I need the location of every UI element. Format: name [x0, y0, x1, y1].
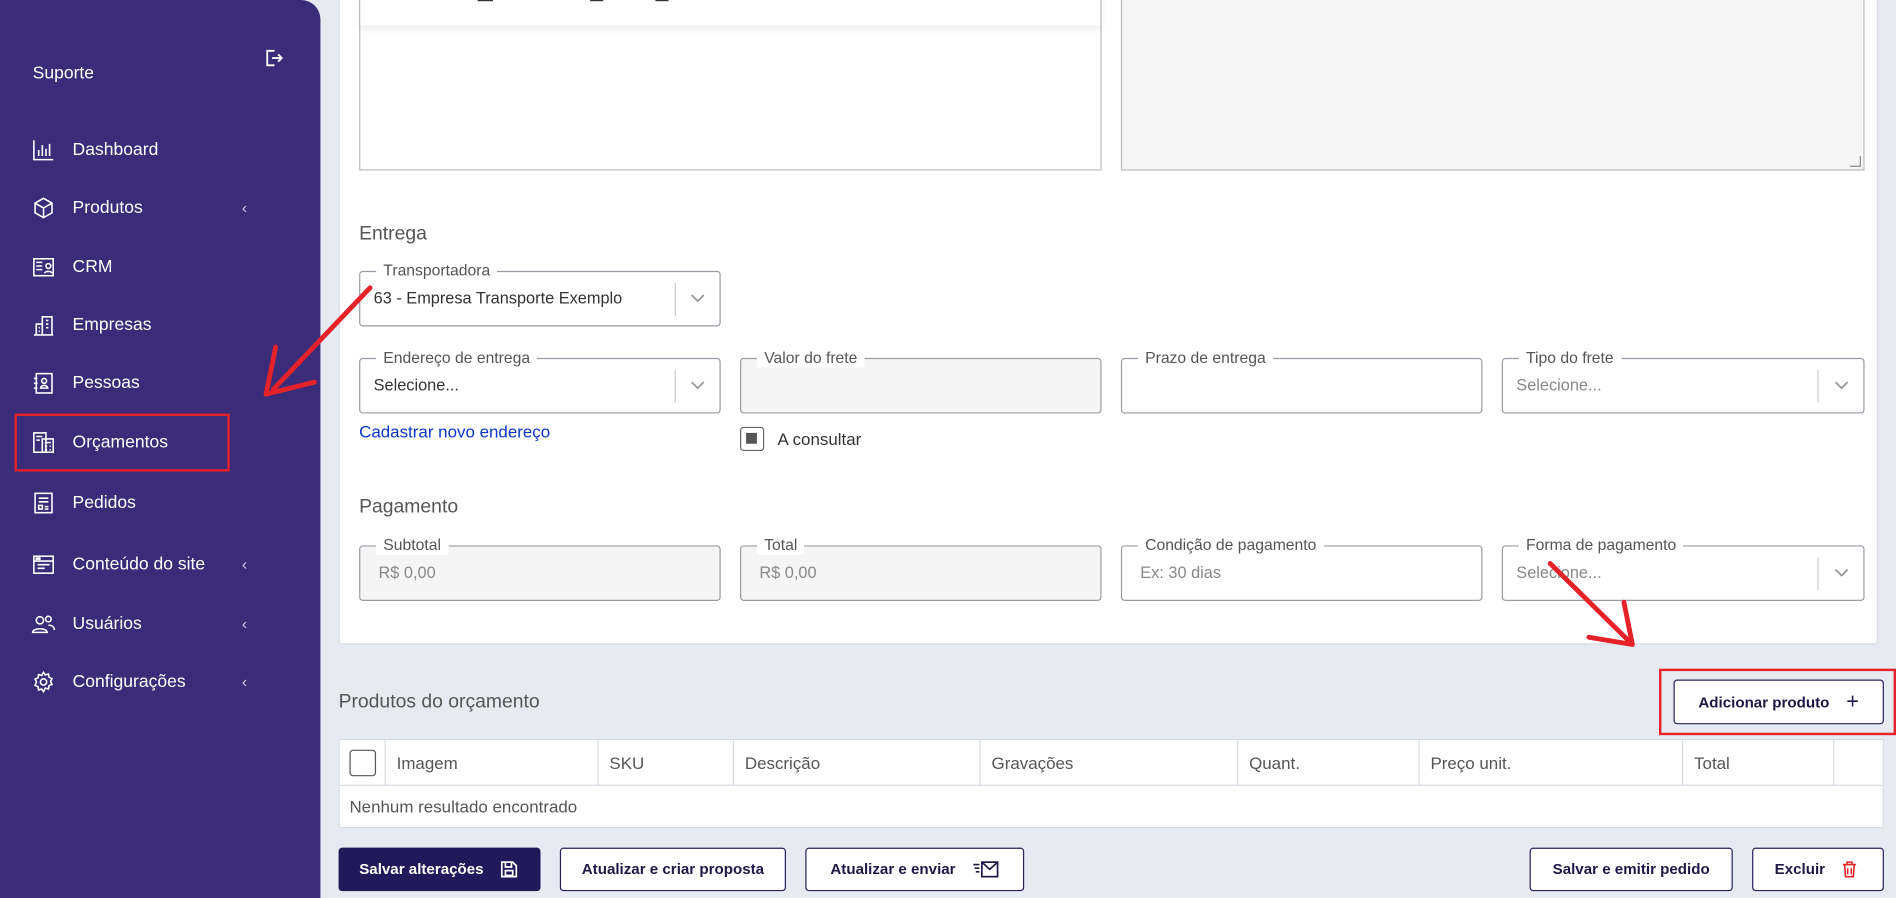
annotation-arrows	[263, 285, 1635, 647]
arrow-to-orcamentos	[270, 285, 373, 392]
arrow-to-add-product	[1547, 561, 1632, 644]
